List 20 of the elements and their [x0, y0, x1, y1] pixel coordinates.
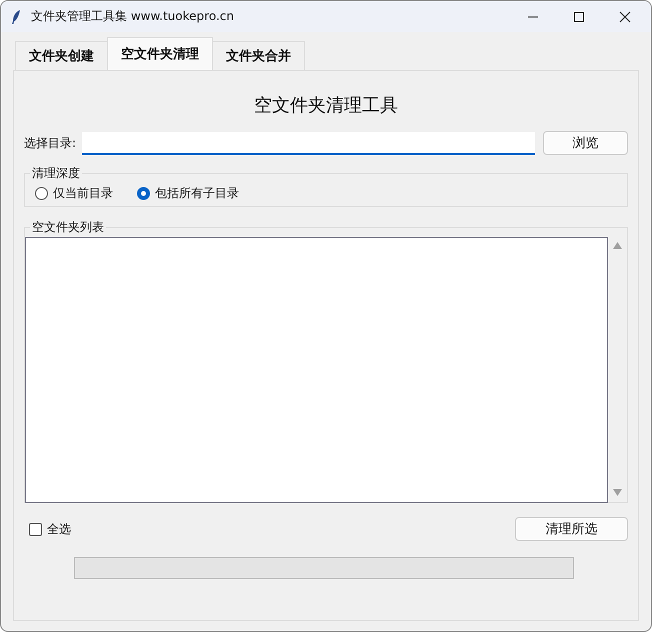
radio-label: 包括所有子目录: [155, 184, 239, 202]
radio-button[interactable]: [137, 186, 150, 200]
tab[interactable]: 文件夹创建: [15, 41, 108, 70]
checkbox[interactable]: [29, 522, 42, 536]
maximize-icon[interactable]: [573, 10, 585, 22]
heading: 空文件夹清理工具: [254, 94, 398, 117]
window-title: 文件夹管理工具集 www.tuokepro.cn: [31, 8, 234, 25]
tab[interactable]: 文件夹合并: [212, 41, 305, 70]
clean-button[interactable]: 清理所选: [515, 517, 628, 541]
group-title: 空文件夹列表: [30, 219, 106, 235]
radio-label: 仅当前目录: [53, 184, 113, 202]
directory-label: 选择目录:: [24, 134, 76, 152]
feather-icon: [11, 8, 21, 24]
browse-button[interactable]: 浏览: [543, 131, 628, 155]
close-icon[interactable]: [619, 10, 631, 22]
select-all-label: 全选: [47, 520, 71, 538]
tab[interactable]: 空文件夹清理: [107, 37, 213, 70]
radio-button[interactable]: [35, 186, 48, 200]
group-title: 清理深度: [30, 165, 82, 181]
directory-field[interactable]: [82, 132, 535, 154]
